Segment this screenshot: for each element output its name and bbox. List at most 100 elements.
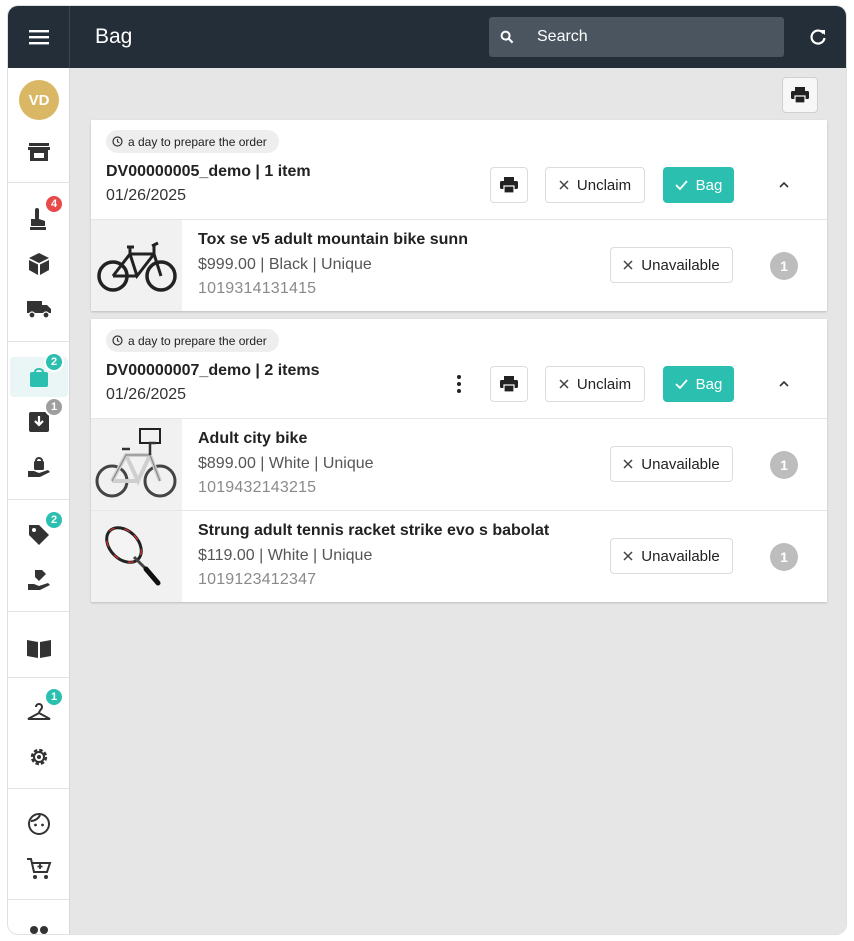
receive-badge: 1	[44, 397, 64, 417]
order-date: 01/26/2025	[106, 386, 187, 403]
store-icon	[28, 143, 50, 161]
sidebar-item-cart[interactable]	[8, 849, 70, 889]
list-item: Adult city bike $899.00 | White | Unique…	[91, 418, 827, 510]
book-icon	[27, 640, 51, 658]
cart-icon	[27, 858, 52, 879]
sidebar-item-packages[interactable]	[8, 244, 70, 284]
sidebar-item-team[interactable]	[8, 914, 70, 934]
sidebar-item-tags[interactable]: 2	[8, 510, 70, 555]
pick-badge: 4	[44, 194, 64, 214]
more-vertical-icon	[457, 375, 461, 393]
sidebar-item-customer[interactable]	[8, 804, 70, 844]
product-sku: 1019432143215	[198, 479, 317, 496]
search-input[interactable]: Search	[489, 17, 784, 57]
truck-icon	[27, 301, 51, 319]
quantity-badge: 1	[770, 252, 798, 280]
hand-bag-icon	[28, 457, 50, 477]
hand-tag-icon	[28, 570, 50, 590]
close-icon	[623, 260, 633, 270]
sidebar-item-bag[interactable]: 2	[8, 352, 70, 397]
avatar[interactable]: VD	[19, 80, 59, 120]
order-label: DV00000007_demo | 2 items	[106, 362, 320, 379]
unavailable-label: Unavailable	[641, 455, 720, 473]
prep-time-chip: a day to prepare the order	[106, 130, 279, 153]
unavailable-label: Unavailable	[641, 547, 720, 565]
prep-time-chip: a day to prepare the order	[106, 329, 279, 352]
chevron-up-icon	[779, 381, 789, 387]
sidebar: VD 4 2 1 2 1	[8, 68, 70, 934]
product-name: Tox se v5 adult mountain bike sunn	[198, 231, 468, 248]
order-card: a day to prepare the order DV00000005_de…	[91, 120, 827, 311]
unclaim-button[interactable]: Unclaim	[545, 167, 645, 203]
quantity-badge: 1	[770, 543, 798, 571]
unavailable-button[interactable]: Unavailable	[610, 446, 733, 482]
unclaim-button[interactable]: Unclaim	[545, 366, 645, 402]
product-sku: 1019123412347	[198, 571, 317, 588]
bag-button[interactable]: Bag	[663, 167, 734, 203]
hanger-badge: 1	[44, 687, 64, 707]
prep-time-text: a day to prepare the order	[128, 333, 267, 348]
chevron-up-icon	[779, 182, 789, 188]
bag-label: Bag	[695, 375, 723, 393]
search-placeholder: Search	[537, 28, 588, 45]
cube-icon	[29, 253, 49, 275]
tags-badge: 2	[44, 510, 64, 530]
check-icon	[675, 379, 688, 389]
printer-icon	[791, 87, 809, 103]
unclaim-label: Unclaim	[576, 176, 632, 194]
printer-icon	[500, 177, 518, 193]
top-bar: Bag Search	[8, 6, 846, 68]
clock-icon	[112, 136, 123, 147]
more-options-button[interactable]	[449, 369, 469, 399]
bag-button[interactable]: Bag	[663, 366, 734, 402]
sidebar-item-hanger[interactable]: 1	[8, 687, 70, 732]
mountain-bike-image	[91, 220, 182, 311]
page-title: Bag	[95, 25, 133, 48]
refresh-button[interactable]	[805, 24, 831, 50]
order-label: DV00000005_demo | 1 item	[106, 163, 311, 180]
close-icon	[559, 379, 569, 389]
face-icon	[28, 813, 50, 835]
search-icon	[489, 17, 525, 57]
close-icon	[559, 180, 569, 190]
product-name: Strung adult tennis racket strike evo s …	[198, 522, 550, 539]
menu-button[interactable]	[8, 6, 70, 68]
list-item: Strung adult tennis racket strike evo s …	[91, 510, 827, 602]
unavailable-button[interactable]: Unavailable	[610, 538, 733, 574]
sidebar-item-catalog[interactable]	[8, 628, 70, 668]
print-order-button[interactable]	[490, 167, 528, 203]
sidebar-item-settings[interactable]	[8, 737, 70, 777]
city-bike-image	[91, 419, 182, 510]
product-meta: $119.00 | White | Unique	[198, 547, 373, 564]
clock-icon	[112, 335, 123, 346]
hamburger-icon	[28, 30, 49, 45]
sidebar-item-handover[interactable]	[8, 447, 70, 487]
unavailable-button[interactable]: Unavailable	[610, 247, 733, 283]
people-icon	[30, 926, 48, 934]
sidebar-item-pick[interactable]: 4	[8, 194, 70, 239]
bag-label: Bag	[695, 176, 723, 194]
print-order-button[interactable]	[490, 366, 528, 402]
printer-icon	[500, 376, 518, 392]
bag-badge: 2	[44, 352, 64, 372]
sidebar-item-receive[interactable]: 1	[8, 397, 70, 442]
close-icon	[623, 551, 633, 561]
prep-time-text: a day to prepare the order	[128, 134, 267, 149]
sidebar-item-store[interactable]	[8, 132, 70, 172]
gear-icon	[30, 748, 48, 766]
collapse-button[interactable]	[774, 175, 794, 195]
unclaim-label: Unclaim	[576, 375, 632, 393]
unavailable-label: Unavailable	[641, 256, 720, 274]
product-sku: 1019314131415	[198, 280, 317, 297]
product-meta: $899.00 | White | Unique	[198, 455, 374, 472]
quantity-badge: 1	[770, 451, 798, 479]
list-item: Tox se v5 adult mountain bike sunn $999.…	[91, 219, 827, 311]
sidebar-item-handover-tags[interactable]	[8, 560, 70, 600]
order-card: a day to prepare the order DV00000007_de…	[91, 319, 827, 602]
sidebar-item-shipping[interactable]	[8, 289, 70, 329]
check-icon	[675, 180, 688, 190]
collapse-button[interactable]	[774, 374, 794, 394]
order-date: 01/26/2025	[106, 187, 187, 204]
product-name: Adult city bike	[198, 430, 308, 447]
print-all-button[interactable]	[782, 77, 818, 113]
